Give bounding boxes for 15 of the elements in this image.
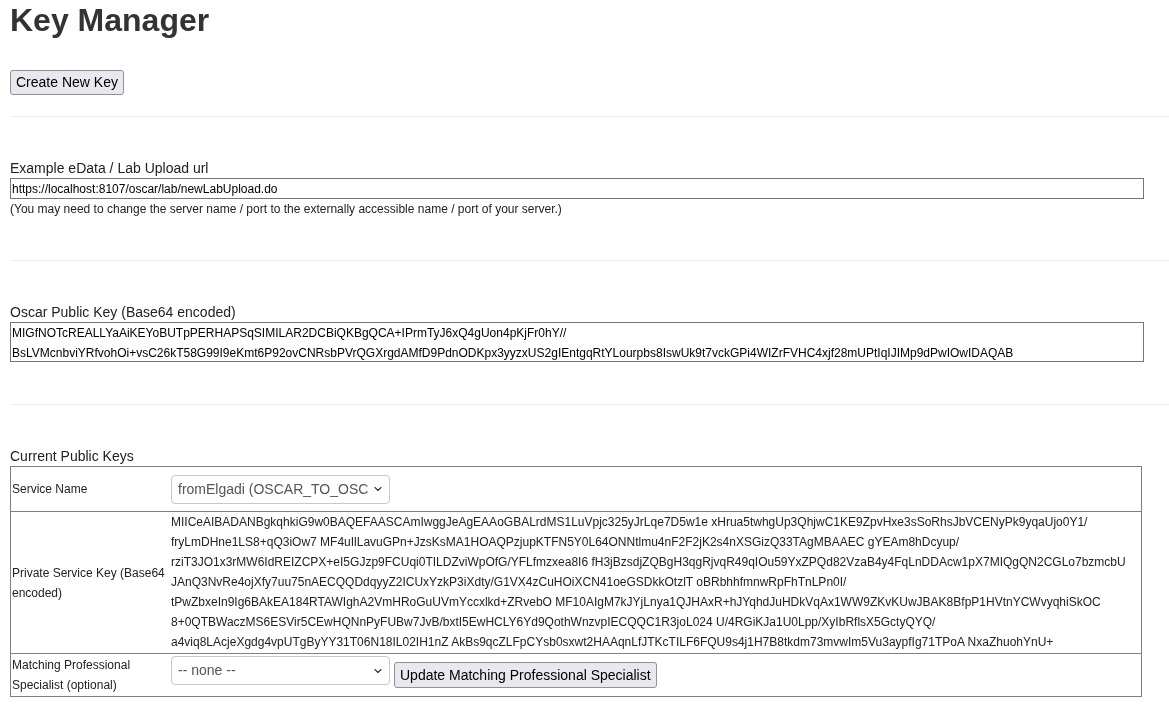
update-specialist-button[interactable]: Update Matching Professional Specialist — [394, 662, 657, 688]
private-key-text: MIICeAIBADANBgkqhkiG9w0BAQEFAASCAmIwggJeAgEAAoGBALrdMS1LuVpjc325yJrLqe7D5w1e xHrua5twhgUp3QhjwC1KE9ZpvHxe3sSoRhsJbVCENyPk9yqaUjo0Y1/ fryLmDHne1LS8+qQ3iOw7 MF4uIlLavuGPn+JzsKsMA1HOAQPzjupKTFN5Y0L64ONNtlmu4nF2F2jK2s4nXSGizQ33TAgMBAAEC gYEAm8hDcyup/ rziT3JO1x3rMW6IdREIZCPX+eI5GJzp9FCUqi0TILDZviWpOfG/YFLfmzxea8I6 fH3jBzsdjZQBgH3qgRjvqR49qIOu59YxZPQd82VzaB4y4FqLnDDAcw1pX7MIQgQN2CGLo7bzmcbU JAnQ3NvRe4ojXfy7uu75nAECQQDdqyyZ2ICUxYzkP3iXdty/G1VX4zCuHOiXCN41oeGSDkkOtzlT oBRbhhfmnwRpFhTnLPn0I/ tPwZbxeIn9Ig6BAkEA184RTAWIghA2VmHRoGuUVmYccxlkd+ZRvebO MF10AIgM7kJYjLnya1QJHAxR+hJYqhdJuHDkVqAx1WW9ZKvKUwJBAK8BfpP1HVtnYCWvyqhiSkOC 8+0QTBWaczMS6ESVir5CEwHQNnPyFUBw7JvB/bxtI5EwHCLY6Yd9QothWnzvpIECQQC1R3joL024 U/4RGiKJa1U0Lpp/XyIbRflsX5GctyQYQ/ a4viq8LAcjeXgdg4vpUTgByYY31T06N18IL02IH1nZ AkBs9qcZLFpCYsb0sxwt2HAAqnLfJTKcTILF6FQU9s4j1H7B8tkdm73mvwIm5Vu3aypfIg71TPoA NxaZhuohYnU+ — [171, 514, 1127, 651]
field-label: Example eData / Lab Upload url — [10, 160, 209, 176]
row-label: Private Service Key (Base64 encoded) — [12, 564, 166, 602]
field-label: Oscar Public Key (Base64 encoded) — [10, 304, 236, 320]
row-label: Service Name — [12, 481, 88, 498]
row-label: Matching Professional Specialist (optional) — [12, 657, 132, 694]
create-key-button[interactable]: Create New Key — [10, 70, 124, 95]
section-heading: Current Public Keys — [10, 448, 134, 464]
page-title: Key Manager — [10, 2, 211, 39]
dropdown-select[interactable]: fromElgadi (OSCAR_TO_OSC — [171, 474, 390, 504]
url-input-field[interactable]: https://localhost:8107/oscar/lab/newLabUpload.do — [10, 178, 1144, 199]
help-text: (You may need to change the server name / port to the externally accessible name / port of your server.) — [10, 202, 562, 217]
public-key-textarea[interactable]: MIGfNOTcREALLYaAiKEYoBUTpPERHAPSqSIMILAR2DCBiQKBgQCA+IPrmTyJ6xQ4gUon4pKjFr0hY// BsLVMcnbviYRfvohOi+vsC26kT58G99I9eKmt6P92ovCNRsbPVrQGXrgdAMfD9PdnODKpx3yyzxUS2gIEntgqRtYLourpbs8IswUk9t7vckGPi4WIZrFVHC4xjf28mUPtIqIJIMp9dPwIOwIDAQAB — [10, 322, 1144, 362]
dropdown-select[interactable]: -- none -- — [171, 656, 390, 685]
